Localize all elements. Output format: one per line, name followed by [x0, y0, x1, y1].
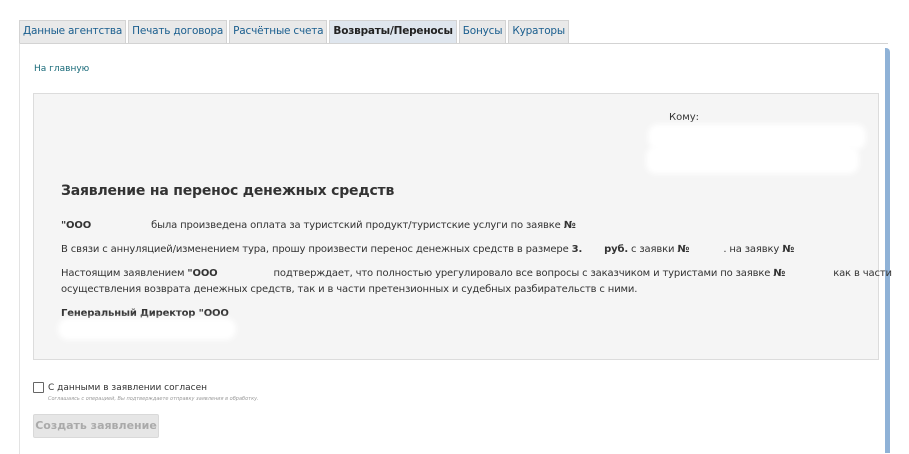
company-name: "ООО: [187, 268, 218, 279]
to-order-text: . на заявку: [723, 244, 780, 255]
consent-checkbox-row[interactable]: С данными в заявлении согласен: [33, 382, 207, 393]
statement-text: Настоящим заявлением: [61, 268, 185, 279]
redacted-area: [650, 150, 855, 170]
tab-print-contract[interactable]: Печать договора: [128, 20, 228, 43]
redacted-area: [652, 128, 862, 146]
confirm-text: подтверждает, что полностью урегулировал…: [273, 268, 771, 279]
from-order-text: с заявки: [631, 244, 675, 255]
tab-bank-accounts[interactable]: Расчётные счета: [229, 20, 328, 43]
document-line-2: В связи с аннуляцией/изменением тура, пр…: [61, 244, 794, 255]
tab-bar: Данные агентства Печать договора Расчётн…: [19, 20, 571, 43]
from-order-number: №: [677, 244, 690, 255]
consent-checkbox[interactable]: [33, 382, 44, 393]
amount-value: 3.: [571, 244, 583, 255]
tab-agency-data[interactable]: Данные агентства: [19, 20, 127, 43]
currency-label: руб.: [604, 244, 628, 255]
document-line-4: осуществления возврата денежных средств,…: [61, 284, 638, 295]
payment-text: была произведена оплата за туристский пр…: [151, 220, 561, 231]
order-number-label: №: [773, 268, 786, 279]
document-line-3: Настоящим заявлением "ООО подтверждает, ч…: [61, 268, 892, 279]
panel-accent-border: [885, 48, 890, 453]
signature-line: Генеральный Директор "ООО: [61, 308, 229, 319]
to-order-number: №: [782, 244, 795, 255]
consent-label: С данными в заявлении согласен: [48, 382, 207, 393]
create-application-button[interactable]: Создать заявление: [33, 414, 159, 438]
tab-curators[interactable]: Кураторы: [508, 20, 569, 43]
document-title: Заявление на перенос денежных средств: [61, 183, 395, 199]
redacted-area: [62, 322, 232, 336]
home-link[interactable]: На главную: [34, 64, 89, 74]
transfer-text: В связи с аннуляцией/изменением тура, пр…: [61, 244, 569, 255]
tab-refunds-transfers[interactable]: Возвраты/Переносы: [329, 20, 457, 43]
consent-hint: Соглашаясь с операцией, Вы подтверждаете…: [48, 396, 259, 402]
order-number-label: №: [563, 220, 576, 231]
tab-bonuses[interactable]: Бонусы: [458, 20, 507, 43]
recipient-label: Кому:: [669, 112, 700, 123]
part-text: как в части: [833, 268, 892, 279]
company-name: "ООО: [61, 220, 92, 231]
document-line-1: "ООО была произведена оплата за туристски…: [61, 220, 576, 231]
